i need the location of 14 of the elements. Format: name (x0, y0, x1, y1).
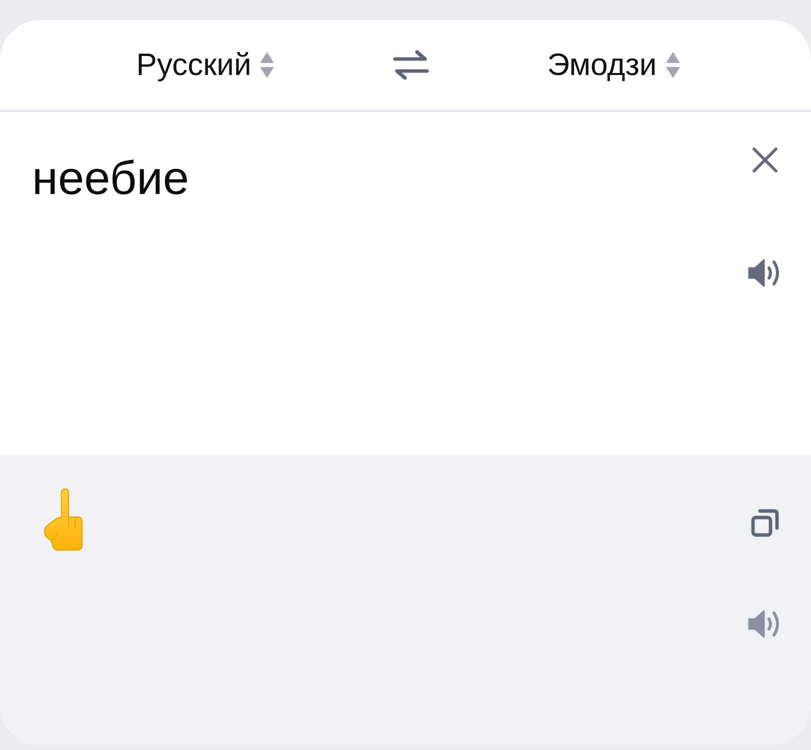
input-field[interactable]: неебие (0, 148, 190, 208)
swap-icon (393, 50, 430, 80)
copy-button[interactable] (751, 509, 779, 537)
swap-languages-button[interactable] (393, 50, 430, 80)
clear-button[interactable] (752, 147, 778, 173)
speaker-icon (748, 258, 782, 288)
copy-icon (751, 509, 779, 537)
source-language-selector[interactable]: Русский (136, 43, 276, 87)
speaker-button[interactable] (748, 258, 782, 288)
target-language-selector[interactable]: Эмодзи (547, 43, 681, 87)
speaker-icon (748, 609, 782, 639)
up-down-icon (259, 51, 276, 79)
close-icon (752, 147, 778, 173)
up-down-icon (664, 51, 681, 79)
